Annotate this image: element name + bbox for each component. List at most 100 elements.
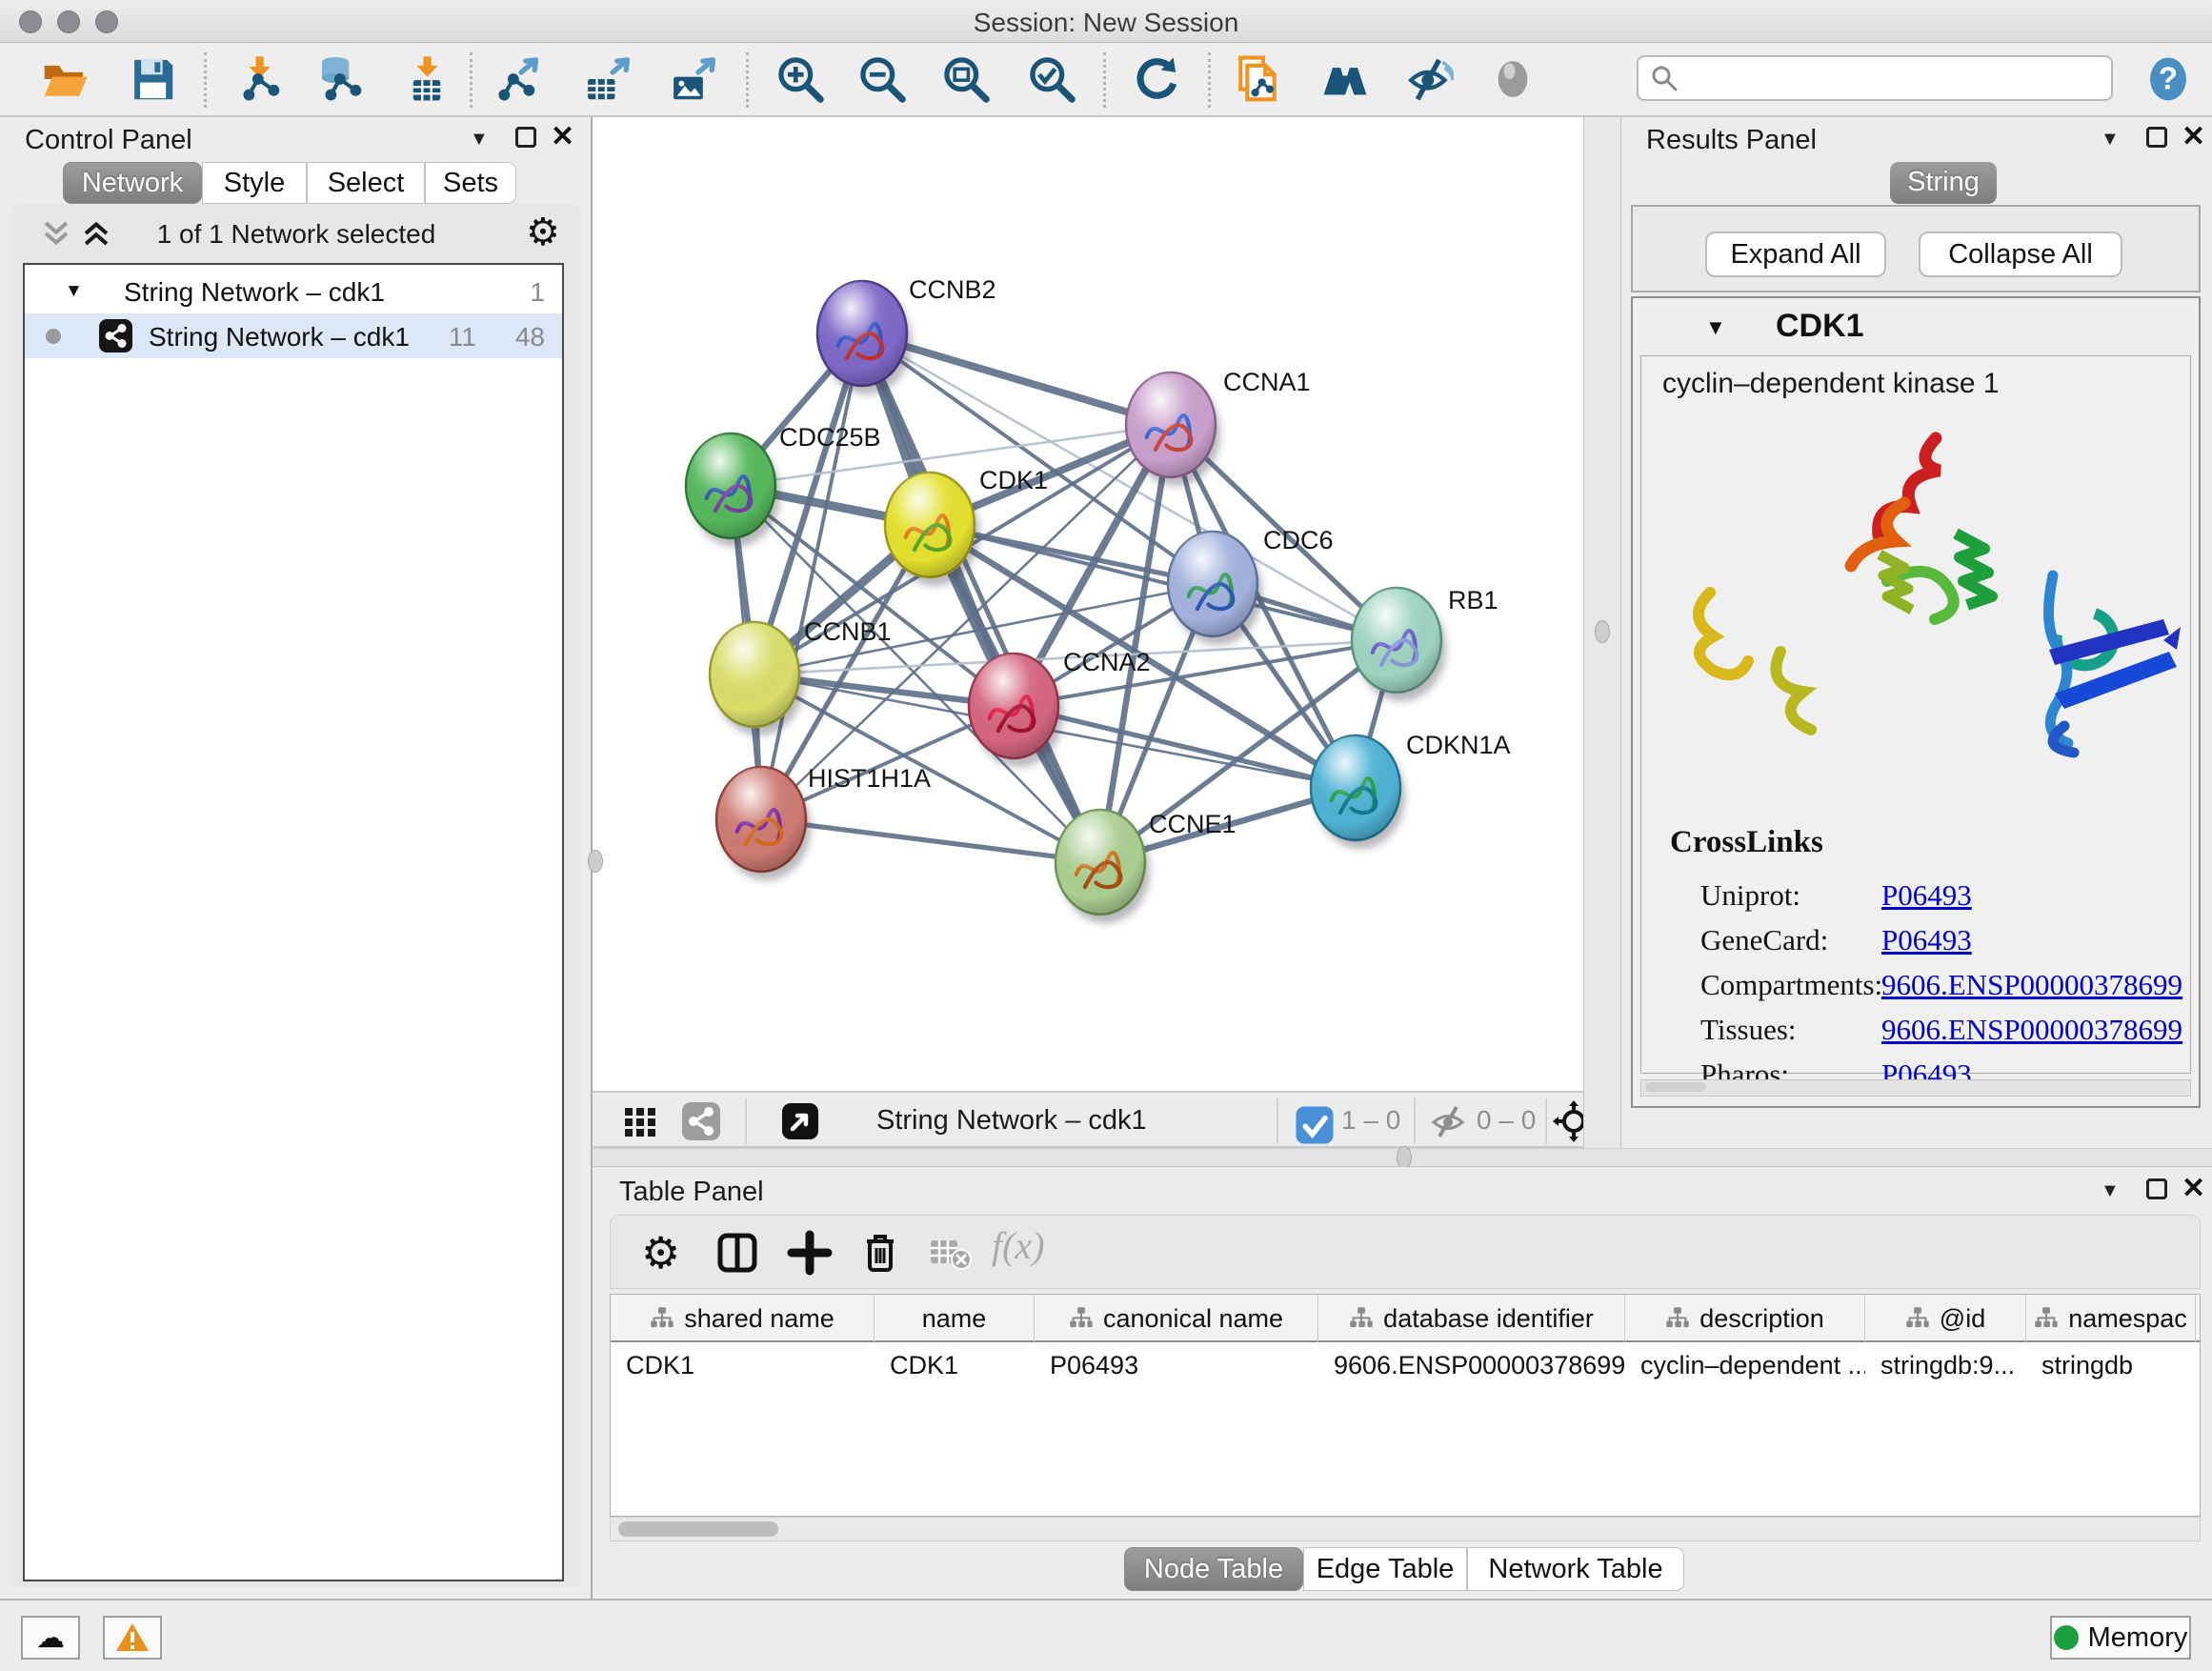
table-panel-float-icon[interactable] <box>2146 1178 2167 1199</box>
horizontal-splitter[interactable] <box>593 1148 2212 1167</box>
gene-section-header[interactable]: ▼ CDK1 <box>1633 298 2199 353</box>
toolbar-separator <box>746 52 749 108</box>
collapse-all-button[interactable]: Collapse All <box>1919 232 2122 277</box>
delete-table-icon[interactable] <box>925 1229 973 1277</box>
import-network-database-icon[interactable] <box>316 54 366 104</box>
table-cell[interactable]: P06493 <box>1035 1342 1318 1390</box>
node-label-HIST1H1A: HIST1H1A <box>808 764 931 793</box>
import-network-file-icon[interactable] <box>234 54 284 104</box>
add-column-plus-icon[interactable] <box>786 1229 834 1277</box>
import-table-file-icon[interactable] <box>402 54 452 104</box>
refresh-layout-icon[interactable] <box>1132 54 1181 104</box>
tab-network[interactable]: Network <box>63 162 202 204</box>
table-panel-title: Table Panel <box>619 1177 764 1208</box>
crosslink-link[interactable]: 9606.ENSP00000378699 <box>1881 968 2182 1002</box>
zoom-selected-icon[interactable] <box>1027 54 1076 104</box>
hidden-eye-icon[interactable] <box>1427 1100 1469 1142</box>
table-cell[interactable]: stringdb:9... <box>1865 1342 2026 1390</box>
string-network-icon <box>99 319 132 352</box>
tab-string[interactable]: String <box>1890 162 1997 204</box>
column-header-shared-name[interactable]: shared name <box>611 1295 875 1342</box>
warnings-button[interactable] <box>103 1616 162 1660</box>
network-options-gear-icon[interactable]: ⚙ <box>526 213 560 252</box>
toolbar-separator <box>1414 1098 1416 1144</box>
table-cell[interactable]: stringdb <box>2026 1342 2196 1390</box>
crosslink-link[interactable]: P06493 <box>1881 878 1972 913</box>
table-cell[interactable]: CDK1 <box>611 1342 875 1390</box>
open-session-icon[interactable] <box>40 54 90 104</box>
table-panel-close-icon[interactable]: ✕ <box>2182 1178 2205 1199</box>
node-label-RB1: RB1 <box>1448 586 1498 614</box>
expand-all-button[interactable]: Expand All <box>1705 232 1886 277</box>
selected-checkbox-icon[interactable] <box>1294 1104 1328 1146</box>
column-header-description[interactable]: description <box>1625 1295 1865 1342</box>
splitter-handle[interactable] <box>1397 1146 1412 1169</box>
gene-collapse-icon[interactable]: ▼ <box>1705 315 1726 340</box>
column-header-database-identifier[interactable]: database identifier <box>1318 1295 1625 1342</box>
splitter-handle[interactable] <box>1595 620 1610 643</box>
control-panel-menu-icon[interactable]: ▼ <box>470 129 489 151</box>
clone-network-icon[interactable] <box>1233 54 1282 104</box>
control-panel-float-icon[interactable] <box>515 127 536 148</box>
tab-edge-table[interactable]: Edge Table <box>1303 1547 1467 1591</box>
show-columns-icon[interactable] <box>714 1229 761 1277</box>
memory-button[interactable]: Memory <box>2050 1616 2191 1660</box>
crosslink-link[interactable]: 9606.ENSP00000378699 <box>1881 1013 2182 1047</box>
tab-network-table[interactable]: Network Table <box>1467 1547 1684 1591</box>
delete-column-trash-icon[interactable] <box>856 1229 904 1277</box>
gene-symbol: CDK1 <box>1776 308 1864 345</box>
column-header-canonical-name[interactable]: canonical name <box>1035 1295 1318 1342</box>
help-button[interactable]: ? <box>2143 54 2193 104</box>
splitter-handle[interactable] <box>588 850 603 873</box>
network-collection-row[interactable]: ▼ String Network – cdk1 1 <box>25 269 562 313</box>
hide-selected-eye-icon[interactable] <box>1404 54 1454 104</box>
crosslink-link[interactable]: P06493 <box>1881 923 1972 957</box>
column-header-namespac[interactable]: namespac <box>2026 1295 2196 1342</box>
network-canvas[interactable]: CCNB2CCNA1CDC25BCDK1CDC6RB1CCNB1CCNA2CDK… <box>606 121 1579 1091</box>
save-session-icon[interactable] <box>128 54 177 104</box>
zoom-in-icon[interactable] <box>775 54 825 104</box>
cloud-status-button[interactable]: ☁ <box>21 1616 80 1660</box>
node-label-CCNB1: CCNB1 <box>804 617 892 646</box>
collection-expand-icon[interactable]: ▼ <box>65 281 83 302</box>
zoom-fit-icon[interactable] <box>941 54 991 104</box>
tab-select[interactable]: Select <box>307 162 425 204</box>
table-panel-menu-icon[interactable]: ▼ <box>2101 1180 2120 1202</box>
zoom-out-icon[interactable] <box>857 54 907 104</box>
table-cell[interactable]: 9606.ENSP00000378699 <box>1318 1342 1625 1390</box>
control-panel: Control Panel ▼ ✕ Network Style Select S… <box>0 117 593 1599</box>
table-hscrollbar[interactable] <box>610 1517 2201 1541</box>
birdseye-view-icon[interactable] <box>779 1100 821 1142</box>
tab-style[interactable]: Style <box>202 162 307 204</box>
search-input[interactable] <box>1679 59 2111 97</box>
grid-view-icon[interactable] <box>619 1100 661 1142</box>
table-cell[interactable]: CDK1 <box>875 1342 1035 1390</box>
table-options-gear-icon[interactable]: ⚙ <box>641 1229 689 1277</box>
export-table-icon[interactable] <box>581 54 631 104</box>
tab-sets[interactable]: Sets <box>425 162 516 204</box>
share-network-gray-icon[interactable] <box>680 1100 722 1142</box>
results-panel-menu-icon[interactable]: ▼ <box>2101 129 2120 151</box>
table-row[interactable]: CDK1CDK1P064939606.ENSP00000378699cyclin… <box>611 1342 2200 1390</box>
node-label-CDC25B: CDC25B <box>779 423 881 452</box>
tab-node-table[interactable]: Node Table <box>1124 1547 1303 1591</box>
results-panel-float-icon[interactable] <box>2146 127 2167 148</box>
table-cell[interactable]: cyclin–dependent ... <box>1625 1342 1865 1390</box>
control-panel-close-icon[interactable]: ✕ <box>551 127 574 148</box>
vertical-splitter[interactable] <box>1583 117 1621 1148</box>
export-network-icon[interactable] <box>490 54 539 104</box>
main-toolbar: ? <box>0 43 2212 117</box>
column-header-name[interactable]: name <box>875 1295 1035 1342</box>
results-panel-close-icon[interactable]: ✕ <box>2182 127 2205 148</box>
network-row[interactable]: String Network – cdk1 11 48 <box>25 313 562 358</box>
scrollbar-thumb[interactable] <box>1645 1082 1706 1092</box>
export-image-icon[interactable] <box>667 54 716 104</box>
find-binoculars-icon[interactable] <box>1320 54 1370 104</box>
show-gray-eye-icon[interactable] <box>1488 54 1538 104</box>
node-label-CCNA2: CCNA2 <box>1063 648 1151 676</box>
toolbar-separator <box>470 52 473 108</box>
column-header--id[interactable]: @id <box>1865 1295 2026 1342</box>
gene-section-hscrollbar[interactable] <box>1640 1079 2191 1097</box>
status-bar: ☁ Memory <box>0 1599 2212 1671</box>
scrollbar-thumb[interactable] <box>618 1521 778 1537</box>
